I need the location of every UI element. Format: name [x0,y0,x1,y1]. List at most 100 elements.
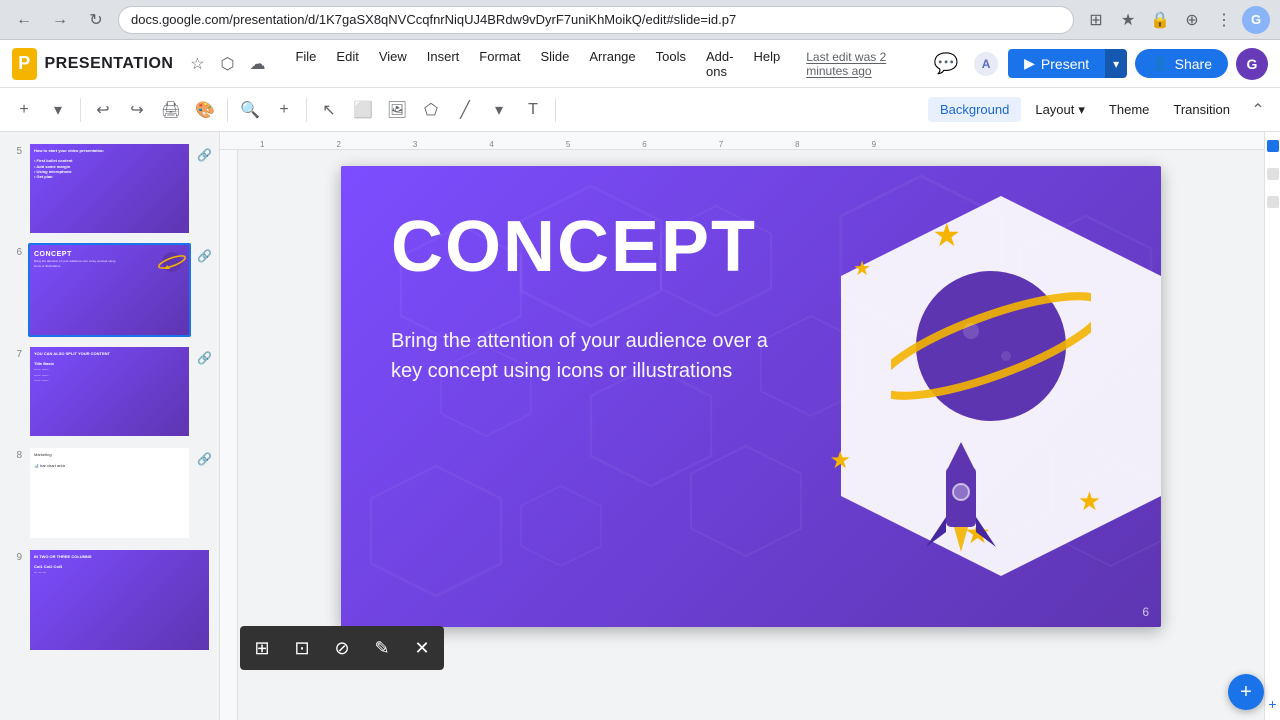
slide-subtitle: Bring the attention of your audience ove… [391,326,771,386]
slide-number-7: 7 [8,349,22,360]
right-add-button[interactable]: + [1268,696,1276,712]
star-button[interactable]: ☆ [185,52,209,76]
comment-button[interactable]: 💬 [928,46,964,82]
menu-insert[interactable]: Insert [417,43,470,85]
user-profile-avatar[interactable]: G [1236,48,1268,80]
right-tool-2[interactable] [1267,168,1279,180]
add-dropdown-button[interactable]: ▾ [42,94,74,126]
right-tool-1[interactable] [1267,140,1279,152]
forward-button[interactable]: → [46,6,74,34]
slide-panel: 5 How to start your video presentation• … [0,132,220,720]
extension-btn-1[interactable]: ⊞ [1082,6,1110,34]
slide-item-6[interactable]: 6 CONCEPT Bring the attention of your au… [4,241,215,338]
present-button[interactable]: ▶ Present [1008,49,1105,78]
last-edit-text[interactable]: Last edit was 2 minutes ago [806,50,920,78]
zoom-in-button[interactable]: + [268,94,300,126]
menu-tools[interactable]: Tools [646,43,696,85]
add-button[interactable]: + [8,94,40,126]
menu-view[interactable]: View [369,43,417,85]
menu-addons[interactable]: Add-ons [696,43,743,85]
slide-item-8[interactable]: 8 Marketing📊 bar chart area 🔗 [4,444,215,541]
transition-button[interactable]: Transition [1163,97,1240,122]
menu-help[interactable]: Help [743,43,790,85]
slide-link-icon-6: 🔗 [197,249,211,263]
present-dropdown-button[interactable]: ▾ [1105,49,1127,78]
share-button[interactable]: 👤 Share [1135,49,1228,78]
toolbar-close-button[interactable]: ✕ [404,630,440,666]
slide-number-5: 5 [8,146,22,157]
main-slide[interactable]: ★ ★ ★ ★ ★ ★ [341,166,1161,627]
slide-thumbnail-7[interactable]: YOU CAN ALSO SPLIT YOUR CONTENTTitle Bas… [28,345,191,438]
browser-actions: ⊞ ★ 🔒 ⊕ ⋮ G [1082,6,1270,34]
background-button[interactable]: Background [928,97,1021,122]
undo-button[interactable]: ↩ [87,94,119,126]
slide-thumbnail-5[interactable]: How to start your video presentation• Fi… [28,142,191,235]
slide-link-icon-5: 🔗 [197,148,211,162]
share-icon: 👤 [1151,55,1168,72]
redo-button[interactable]: ↪ [121,94,153,126]
theme-button[interactable]: Theme [1099,97,1159,122]
menu-edit[interactable]: Edit [326,43,368,85]
drive-button[interactable]: ⬡ [215,52,239,76]
star-4: ★ [1078,486,1101,517]
app-header: P PRESENTATION ☆ ⬡ ☁ File Edit View Inse… [0,40,1280,88]
select-button[interactable]: ⬜ [347,94,379,126]
bottom-floating-toolbar: ⊞ ⊡ ⊘ ✎ ✕ [240,626,444,670]
menu-format[interactable]: Format [469,43,530,85]
zoom-out-button[interactable]: 🔍 [234,94,266,126]
toolbar-divider-4 [555,98,556,122]
main-area: 5 How to start your video presentation• … [0,132,1280,720]
slide-item-7[interactable]: 7 YOU CAN ALSO SPLIT YOUR CONTENTTitle B… [4,343,215,440]
slide-number-badge: 6 [1142,605,1149,619]
cursor-button[interactable]: ↖ [313,94,345,126]
header-right: 💬 A ▶ Present ▾ 👤 Share G [928,46,1268,82]
image-button[interactable]: 🖼 [381,94,413,126]
url-text: docs.google.com/presentation/d/1K7gaSX8q… [131,12,736,27]
pen-tool-button[interactable]: ✎ [364,630,400,666]
thumb-6-planet [157,247,187,277]
menu-slide[interactable]: Slide [530,43,579,85]
present-icon: ▶ [1024,55,1035,72]
slide-link-icon-8: 🔗 [197,452,211,466]
text-box-button[interactable]: T [517,94,549,126]
shape-button[interactable]: ⬠ [415,94,447,126]
menu-bar: File Edit View Insert Format Slide Arran… [285,43,790,85]
right-tool-3[interactable] [1267,196,1279,208]
slide-thumbnail-9[interactable]: IN TWO OR THREE COLUMNSCol1 Col2 Col3...… [28,548,211,653]
main-toolbar: + ▾ ↩ ↪ 🖨 🎨 🔍 + ↖ ⬜ 🖼 ⬠ ╱ ▾ T Background… [0,88,1280,132]
toolbar-right: Background Layout ▾ Theme Transition ⌃ [928,96,1272,124]
slide-thumbnail-6[interactable]: CONCEPT Bring the attention of your audi… [28,243,191,336]
menu-file[interactable]: File [285,43,326,85]
layout-arrow-icon: ▾ [1078,102,1085,118]
ruler-top: 1 2 3 4 5 6 7 8 9 [220,132,1264,150]
star-5: ★ [829,446,851,475]
extension-btn-2[interactable]: ★ [1114,6,1142,34]
refresh-button[interactable]: ↻ [82,6,110,34]
layout-button[interactable]: Layout ▾ [1025,97,1095,123]
paint-format-button[interactable]: 🎨 [189,94,221,126]
user-avatar[interactable]: A [972,50,1000,78]
extension-btn-5[interactable]: ⋮ [1210,6,1238,34]
extension-btn-4[interactable]: ⊕ [1178,6,1206,34]
browser-profile[interactable]: G [1242,6,1270,34]
present-group: ▶ Present ▾ [1008,49,1127,78]
grid-tool-button[interactable]: ⊞ [244,630,280,666]
back-button[interactable]: ← [10,6,38,34]
app-title: PRESENTATION [45,55,174,73]
paint-tool-button[interactable]: ⊘ [324,630,360,666]
add-slide-button[interactable]: + [1228,674,1264,710]
slide-item-5[interactable]: 5 How to start your video presentation• … [4,140,215,237]
line-dropdown-button[interactable]: ▾ [483,94,515,126]
collapse-toolbar-button[interactable]: ⌃ [1244,96,1272,124]
crop-tool-button[interactable]: ⊡ [284,630,320,666]
share-label: Share [1175,56,1212,72]
print-button[interactable]: 🖨 [155,94,187,126]
cloud-button[interactable]: ☁ [245,52,269,76]
slide-thumbnail-8[interactable]: Marketing📊 bar chart area [28,446,191,539]
line-button[interactable]: ╱ [449,94,481,126]
address-bar[interactable]: docs.google.com/presentation/d/1K7gaSX8q… [118,6,1074,34]
ruler-left: 2345 [220,150,238,720]
extension-btn-3[interactable]: 🔒 [1146,6,1174,34]
menu-arrange[interactable]: Arrange [579,43,645,85]
slide-item-9[interactable]: 9 IN TWO OR THREE COLUMNSCol1 Col2 Col3.… [4,546,215,655]
